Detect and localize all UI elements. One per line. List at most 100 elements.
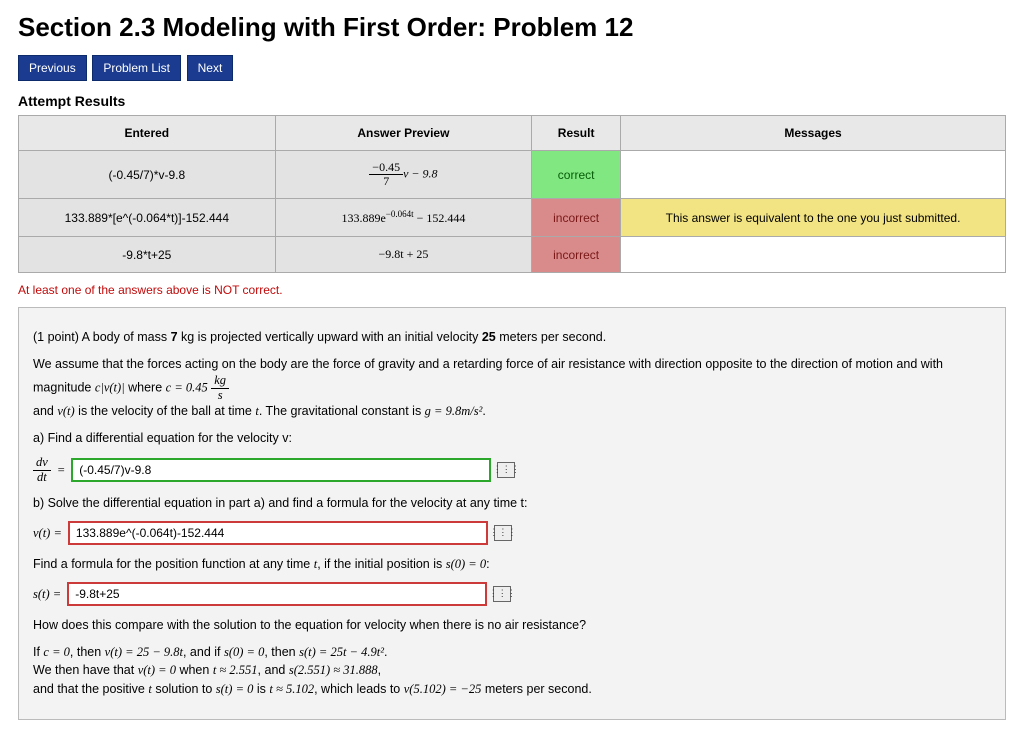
text: and [33, 404, 57, 418]
math: c = 0 [43, 645, 69, 659]
mass-value: 7 [171, 330, 178, 344]
text: We then have that [33, 663, 138, 677]
st-equals: s(t) = [33, 585, 61, 604]
text: If [33, 645, 43, 659]
message-cell [621, 237, 1006, 273]
part-c-prompt: Find a formula for the position function… [33, 555, 991, 574]
math-c: c = 0.45 [166, 380, 208, 394]
compare-prompt: How does this compare with the solution … [33, 616, 991, 635]
vt-equals: v(t) = [33, 524, 62, 543]
message-cell: This answer is equivalent to the one you… [621, 199, 1006, 237]
dt: dt [33, 471, 51, 485]
preview-cell: 133.889e−0.064t − 152.444 [275, 199, 532, 237]
result-cell: incorrect [532, 199, 621, 237]
text: , then [70, 645, 105, 659]
math-cvt: c|v(t)| [95, 380, 125, 394]
math-g: g = 9.8m/s² [425, 404, 483, 418]
entered-cell: 133.889*[e^(-0.064*t)]-152.444 [19, 199, 276, 237]
solution-text: If c = 0, then v(t) = 25 − 9.8t, and if … [33, 643, 991, 699]
part-b-prompt: b) Solve the differential equation in pa… [33, 494, 991, 513]
message-cell [621, 151, 1006, 199]
part-c-input[interactable] [67, 582, 487, 606]
text: kg is projected vertically upward with a… [178, 330, 482, 344]
equals: = [57, 461, 65, 480]
text: , and [258, 663, 289, 677]
math: v(t) = 0 [138, 663, 176, 677]
text: , and if [183, 645, 224, 659]
frac-den: 7 [369, 175, 403, 188]
problem-statement: (1 point) A body of mass 7 kg is project… [33, 328, 991, 347]
table-header-row: Entered Answer Preview Result Messages [19, 116, 1006, 151]
math: s(2.551) ≈ 31.888 [289, 663, 378, 677]
not-correct-warning: At least one of the answers above is NOT… [18, 283, 1006, 297]
text: , which leads to [314, 682, 404, 696]
part-a-input[interactable] [71, 458, 491, 482]
text: . The gravitational constant is [259, 404, 425, 418]
problem-list-button[interactable]: Problem List [92, 55, 181, 81]
math: t ≈ 5.102 [269, 682, 314, 696]
preview-base: 133.889e [341, 211, 385, 225]
part-a-answer: dvdt = ⋮⋮⋮ [33, 456, 991, 485]
preview-plain: −9.8t + 25 [378, 247, 428, 261]
math-s0: s(0) = 0 [446, 557, 486, 571]
math: v(5.102) = −25 [404, 682, 482, 696]
entered-cell: -9.8*t+25 [19, 237, 276, 273]
col-entered: Entered [19, 116, 276, 151]
keypad-icon[interactable]: ⋮⋮⋮ [497, 462, 515, 478]
text: meters per second. [496, 330, 606, 344]
part-b-answer: v(t) = ⋮⋮⋮ [33, 521, 991, 545]
result-cell: correct [532, 151, 621, 199]
results-table: Entered Answer Preview Result Messages (… [18, 115, 1006, 273]
part-c-answer: s(t) = ⋮⋮⋮ [33, 582, 991, 606]
page-title: Section 2.3 Modeling with First Order: P… [18, 12, 1006, 43]
nav-buttons: Previous Problem List Next [18, 55, 1006, 81]
preview-sup: −0.064t [386, 209, 414, 219]
text: meters per second. [481, 682, 591, 696]
text: . [482, 404, 485, 418]
table-row: 133.889*[e^(-0.064*t)]-152.444 133.889e−… [19, 199, 1006, 237]
attempt-heading: Attempt Results [18, 93, 1006, 109]
preview-cell: −0.457v − 9.8 [275, 151, 532, 199]
entered-cell: (-0.45/7)*v-9.8 [19, 151, 276, 199]
text: (1 point) A body of mass [33, 330, 171, 344]
text: , then [264, 645, 299, 659]
text: is the velocity of the ball at time [75, 404, 256, 418]
math: v(t) = 25 − 9.8t [105, 645, 183, 659]
text: and that the positive [33, 682, 148, 696]
text: where [125, 380, 166, 394]
keypad-icon[interactable]: ⋮⋮⋮ [494, 525, 512, 541]
math: s(t) = 0 [216, 682, 254, 696]
col-messages: Messages [621, 116, 1006, 151]
frac-num: −0.45 [369, 161, 403, 175]
text: : [486, 557, 489, 571]
assumptions: We assume that the forces acting on the … [33, 355, 991, 421]
text: when [176, 663, 213, 677]
preview-tail: v − 9.8 [403, 166, 437, 180]
part-a-prompt: a) Find a differential equation for the … [33, 429, 991, 448]
text: solution to [152, 682, 216, 696]
dv: dv [33, 456, 51, 471]
previous-button[interactable]: Previous [18, 55, 87, 81]
unit-num: kg [211, 374, 229, 389]
text: is [253, 682, 269, 696]
table-row: -9.8*t+25 −9.8t + 25 incorrect [19, 237, 1006, 273]
preview-tail: − 152.444 [414, 211, 466, 225]
math-vt: v(t) [57, 404, 74, 418]
math: s(0) = 0 [224, 645, 264, 659]
text: , if the initial position is [317, 557, 446, 571]
math: t ≈ 2.551 [213, 663, 258, 677]
col-result: Result [532, 116, 621, 151]
text: Find a formula for the position function… [33, 557, 314, 571]
preview-cell: −9.8t + 25 [275, 237, 532, 273]
result-cell: incorrect [532, 237, 621, 273]
keypad-icon[interactable]: ⋮⋮⋮ [493, 586, 511, 602]
col-preview: Answer Preview [275, 116, 532, 151]
problem-box: (1 point) A body of mass 7 kg is project… [18, 307, 1006, 720]
table-row: (-0.45/7)*v-9.8 −0.457v − 9.8 correct [19, 151, 1006, 199]
unit-den: s [211, 389, 229, 403]
math: s(t) = 25t − 4.9t² [299, 645, 384, 659]
text: . [384, 645, 387, 659]
part-b-input[interactable] [68, 521, 488, 545]
next-button[interactable]: Next [187, 55, 234, 81]
v0-value: 25 [482, 330, 496, 344]
